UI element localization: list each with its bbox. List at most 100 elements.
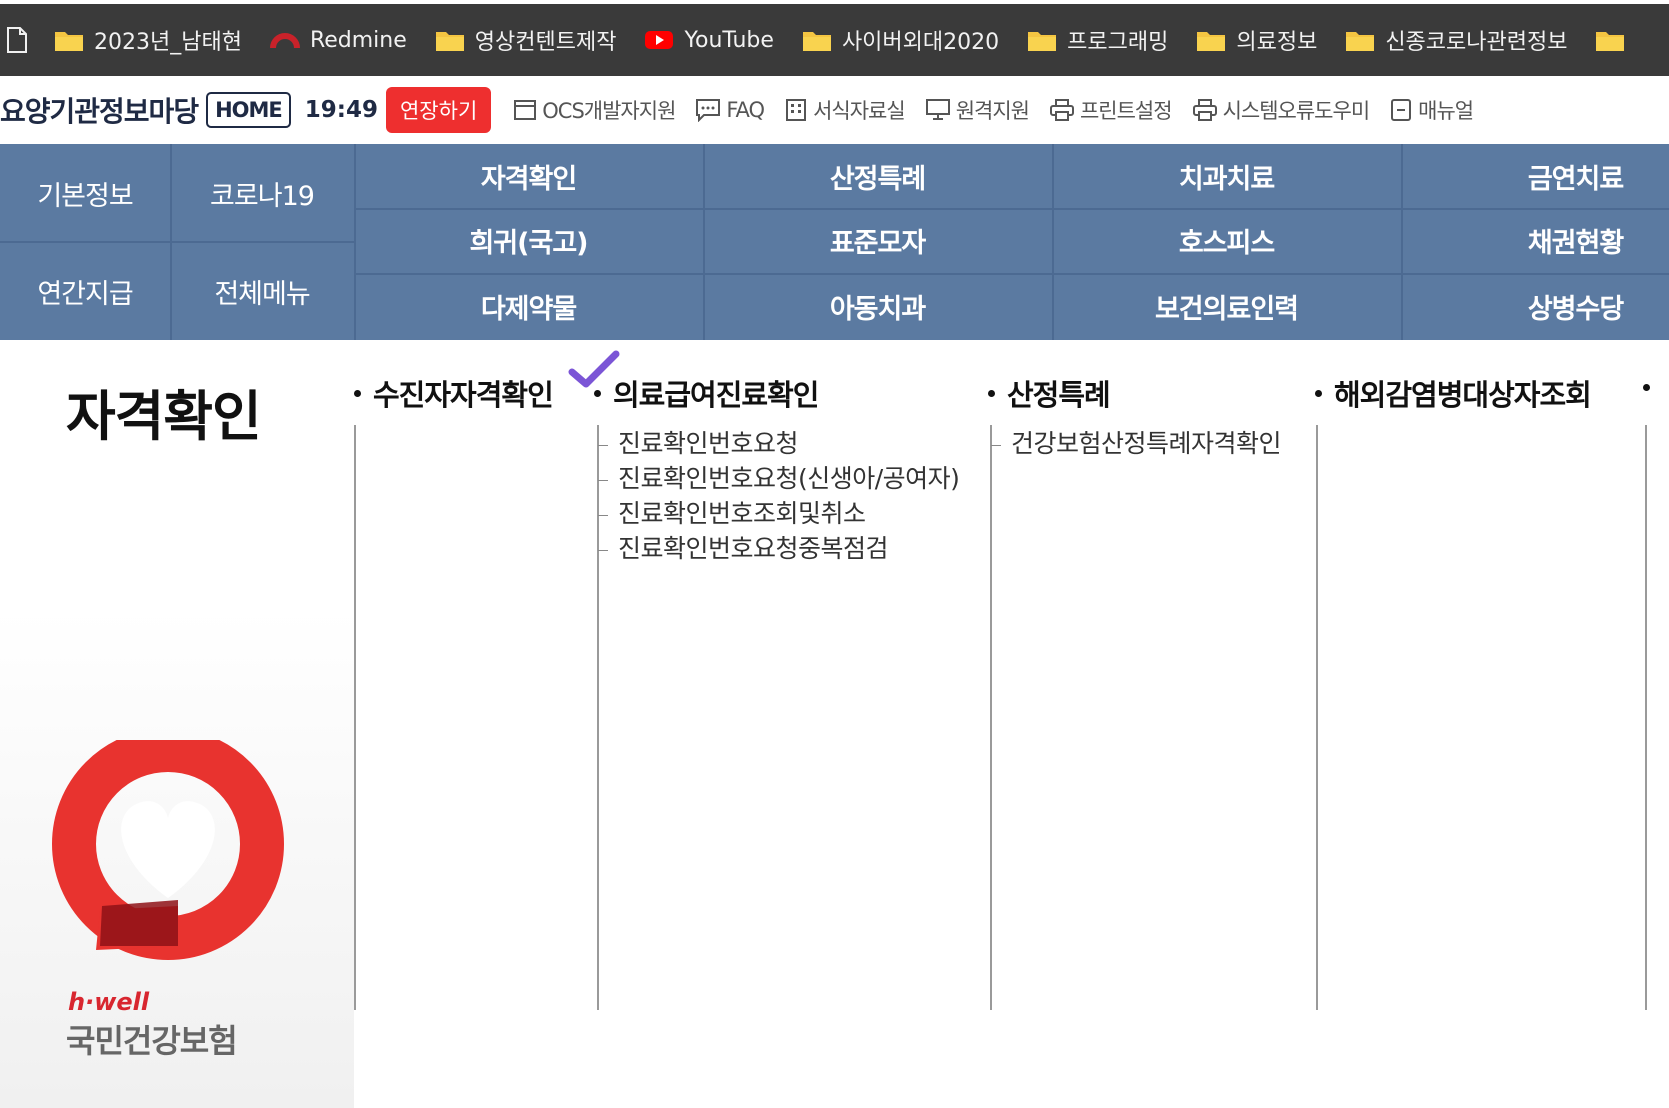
bookmark-label: 사이버외대2020 bbox=[841, 30, 1000, 55]
bullet-icon bbox=[1643, 383, 1650, 391]
bookmark-programming[interactable]: 프로그래밍 bbox=[1027, 4, 1168, 76]
col-title-text: 의료급여진료확인 bbox=[613, 378, 819, 412]
nav-hospice[interactable]: 호스피스 bbox=[1052, 208, 1401, 273]
menu-item-special-calc-eligibility[interactable]: 건강보험산정특례자격확인 bbox=[991, 424, 1282, 460]
menu-item-label: 진료확인번호요청중복점검 bbox=[618, 534, 889, 563]
util-print-settings[interactable]: 프린트설정 bbox=[1049, 95, 1173, 125]
logo-ko-text: 국민건강보험 bbox=[66, 1022, 238, 1060]
nav-smoking-cessation[interactable]: 금연치료 bbox=[1401, 144, 1669, 208]
nav-special-calc[interactable]: 산정특례 bbox=[703, 144, 1052, 208]
util-label: 서식자료실 bbox=[813, 99, 906, 123]
nav-bond-status[interactable]: 채권현황 bbox=[1401, 208, 1669, 273]
bookmark-label: 영상컨텐트제작 bbox=[474, 30, 617, 55]
bookmarks-bar: 2023년_남태현 Redmine 영상컨텐트제작 YouTube 사이버외대2… bbox=[0, 0, 1669, 76]
tick-mark bbox=[598, 444, 608, 446]
chat-icon bbox=[695, 98, 721, 122]
column-divider bbox=[1316, 425, 1318, 1010]
util-error-helper[interactable]: 시스템오류도우미 bbox=[1192, 95, 1370, 125]
bookmark-label: Redmine bbox=[309, 27, 407, 53]
window-icon bbox=[513, 99, 537, 121]
folder-icon bbox=[1196, 28, 1226, 52]
site-title[interactable]: 요양기관정보마당 bbox=[0, 90, 199, 130]
menu-item-label: 건강보험산정특례자격확인 bbox=[1011, 429, 1282, 458]
menu-item-label: 진료확인번호요청(신생아/공여자) bbox=[618, 464, 960, 493]
nav-health-workforce[interactable]: 보건의료인력 bbox=[1052, 273, 1401, 340]
app-header: 요양기관정보마당 HOME 19:49 연장하기 OCS개발자지원 FAQ 서식… bbox=[0, 76, 1669, 144]
bullet-icon bbox=[988, 389, 995, 397]
util-remote[interactable]: 원격지원 bbox=[925, 95, 1030, 125]
menu-item-label: 진료확인번호조회및취소 bbox=[618, 499, 866, 528]
util-label: OCS개발자지원 bbox=[542, 99, 676, 123]
bookmark-corona[interactable]: 신종코로나관련정보 bbox=[1345, 4, 1567, 76]
nav-rare-disease[interactable]: 희귀(국고) bbox=[354, 208, 703, 273]
column-divider bbox=[1645, 425, 1647, 1010]
tick-mark bbox=[598, 479, 608, 481]
bookmark-youtube[interactable]: YouTube bbox=[644, 4, 774, 76]
extend-session-button[interactable]: 연장하기 bbox=[385, 87, 492, 133]
manual-icon bbox=[1389, 98, 1413, 122]
nav-eligibility[interactable]: 자격확인 bbox=[354, 144, 703, 208]
folder-icon bbox=[1345, 28, 1375, 52]
col-title-overflow[interactable] bbox=[1643, 372, 1662, 406]
col-title-medical-aid[interactable]: 의료급여진료확인 bbox=[594, 372, 819, 414]
menu-item-confirm-duplicate-check[interactable]: 진료확인번호요청중복점검 bbox=[598, 529, 889, 565]
youtube-icon bbox=[644, 29, 674, 51]
bookmark-overflow[interactable] bbox=[1595, 4, 1635, 76]
bookmark-medical[interactable]: 의료정보 bbox=[1196, 4, 1317, 76]
bookmark-label: 프로그래밍 bbox=[1067, 30, 1169, 55]
bullet-icon bbox=[594, 389, 601, 397]
logo-en-text: h·well bbox=[68, 988, 150, 1016]
bullet-icon bbox=[354, 389, 361, 397]
nav-polypharmacy[interactable]: 다제약물 bbox=[354, 273, 703, 340]
column-divider bbox=[354, 425, 356, 1010]
folder-icon bbox=[54, 28, 84, 52]
util-label: FAQ bbox=[726, 98, 765, 122]
util-label: 매뉴얼 bbox=[1418, 99, 1474, 123]
folder-icon bbox=[802, 28, 832, 52]
building-icon bbox=[784, 98, 808, 122]
home-button[interactable]: HOME bbox=[206, 92, 291, 128]
nav-basic-info[interactable]: 기본정보 bbox=[0, 144, 170, 242]
col-title-text: 산정특례 bbox=[1007, 378, 1111, 412]
folder-icon bbox=[435, 28, 465, 52]
menu-item-confirm-request[interactable]: 진료확인번호요청 bbox=[598, 424, 799, 460]
nav-annual-pay[interactable]: 연간지급 bbox=[0, 242, 170, 340]
redmine-icon bbox=[269, 28, 300, 52]
util-label: 시스템오류도우미 bbox=[1222, 99, 1371, 123]
printer-icon bbox=[1192, 98, 1218, 122]
col-title-text: 수진자자격확인 bbox=[373, 378, 554, 412]
col-title-patient-eligibility[interactable]: 수진자자격확인 bbox=[354, 372, 554, 414]
session-clock: 19:49 bbox=[304, 97, 378, 123]
folder-icon bbox=[1027, 28, 1057, 52]
nav-child-dental[interactable]: 아동치과 bbox=[703, 273, 1052, 340]
main-nav: 기본정보 코로나19 연간지급 전체메뉴 자격확인 산정특례 치과치료 금연치료… bbox=[0, 144, 1669, 340]
menu-item-confirm-lookup-cancel[interactable]: 진료확인번호조회및취소 bbox=[598, 494, 866, 530]
bookmark-label: YouTube bbox=[684, 27, 774, 53]
printer-icon bbox=[1049, 98, 1075, 122]
bookmark-2023[interactable]: 2023년_남태현 bbox=[54, 4, 242, 76]
bookmark-redmine[interactable]: Redmine bbox=[269, 4, 407, 76]
monitor-icon bbox=[925, 98, 951, 122]
nav-standard-maternal[interactable]: 표준모자 bbox=[703, 208, 1052, 273]
tick-mark bbox=[991, 444, 1001, 446]
util-label: 원격지원 bbox=[955, 99, 1030, 123]
col-title-overseas-infection[interactable]: 해외감염병대상자조회 bbox=[1315, 372, 1592, 414]
nav-covid19[interactable]: 코로나19 bbox=[170, 144, 354, 242]
nav-sickness-benefit[interactable]: 상병수당 bbox=[1401, 273, 1669, 340]
bookmark-cyber[interactable]: 사이버외대2020 bbox=[802, 4, 999, 76]
menu-item-confirm-request-newborn[interactable]: 진료확인번호요청(신생아/공여자) bbox=[598, 459, 960, 495]
tick-mark bbox=[598, 514, 608, 516]
util-faq[interactable]: FAQ bbox=[695, 98, 765, 122]
page-icon[interactable] bbox=[6, 26, 28, 54]
col-title-special-calc[interactable]: 산정특례 bbox=[988, 372, 1111, 414]
util-label: 프린트설정 bbox=[1079, 99, 1173, 123]
section-title: 자격확인 bbox=[66, 385, 262, 448]
util-ocs-dev[interactable]: OCS개발자지원 bbox=[513, 95, 676, 125]
sidebar bbox=[0, 340, 354, 1108]
bookmark-video[interactable]: 영상컨텐트제작 bbox=[435, 4, 617, 76]
util-manual[interactable]: 매뉴얼 bbox=[1389, 95, 1474, 125]
util-forms[interactable]: 서식자료실 bbox=[784, 95, 906, 125]
bookmark-label: 의료정보 bbox=[1236, 30, 1318, 55]
nav-dental[interactable]: 치과치료 bbox=[1052, 144, 1401, 208]
nav-all-menu[interactable]: 전체메뉴 bbox=[170, 242, 354, 340]
